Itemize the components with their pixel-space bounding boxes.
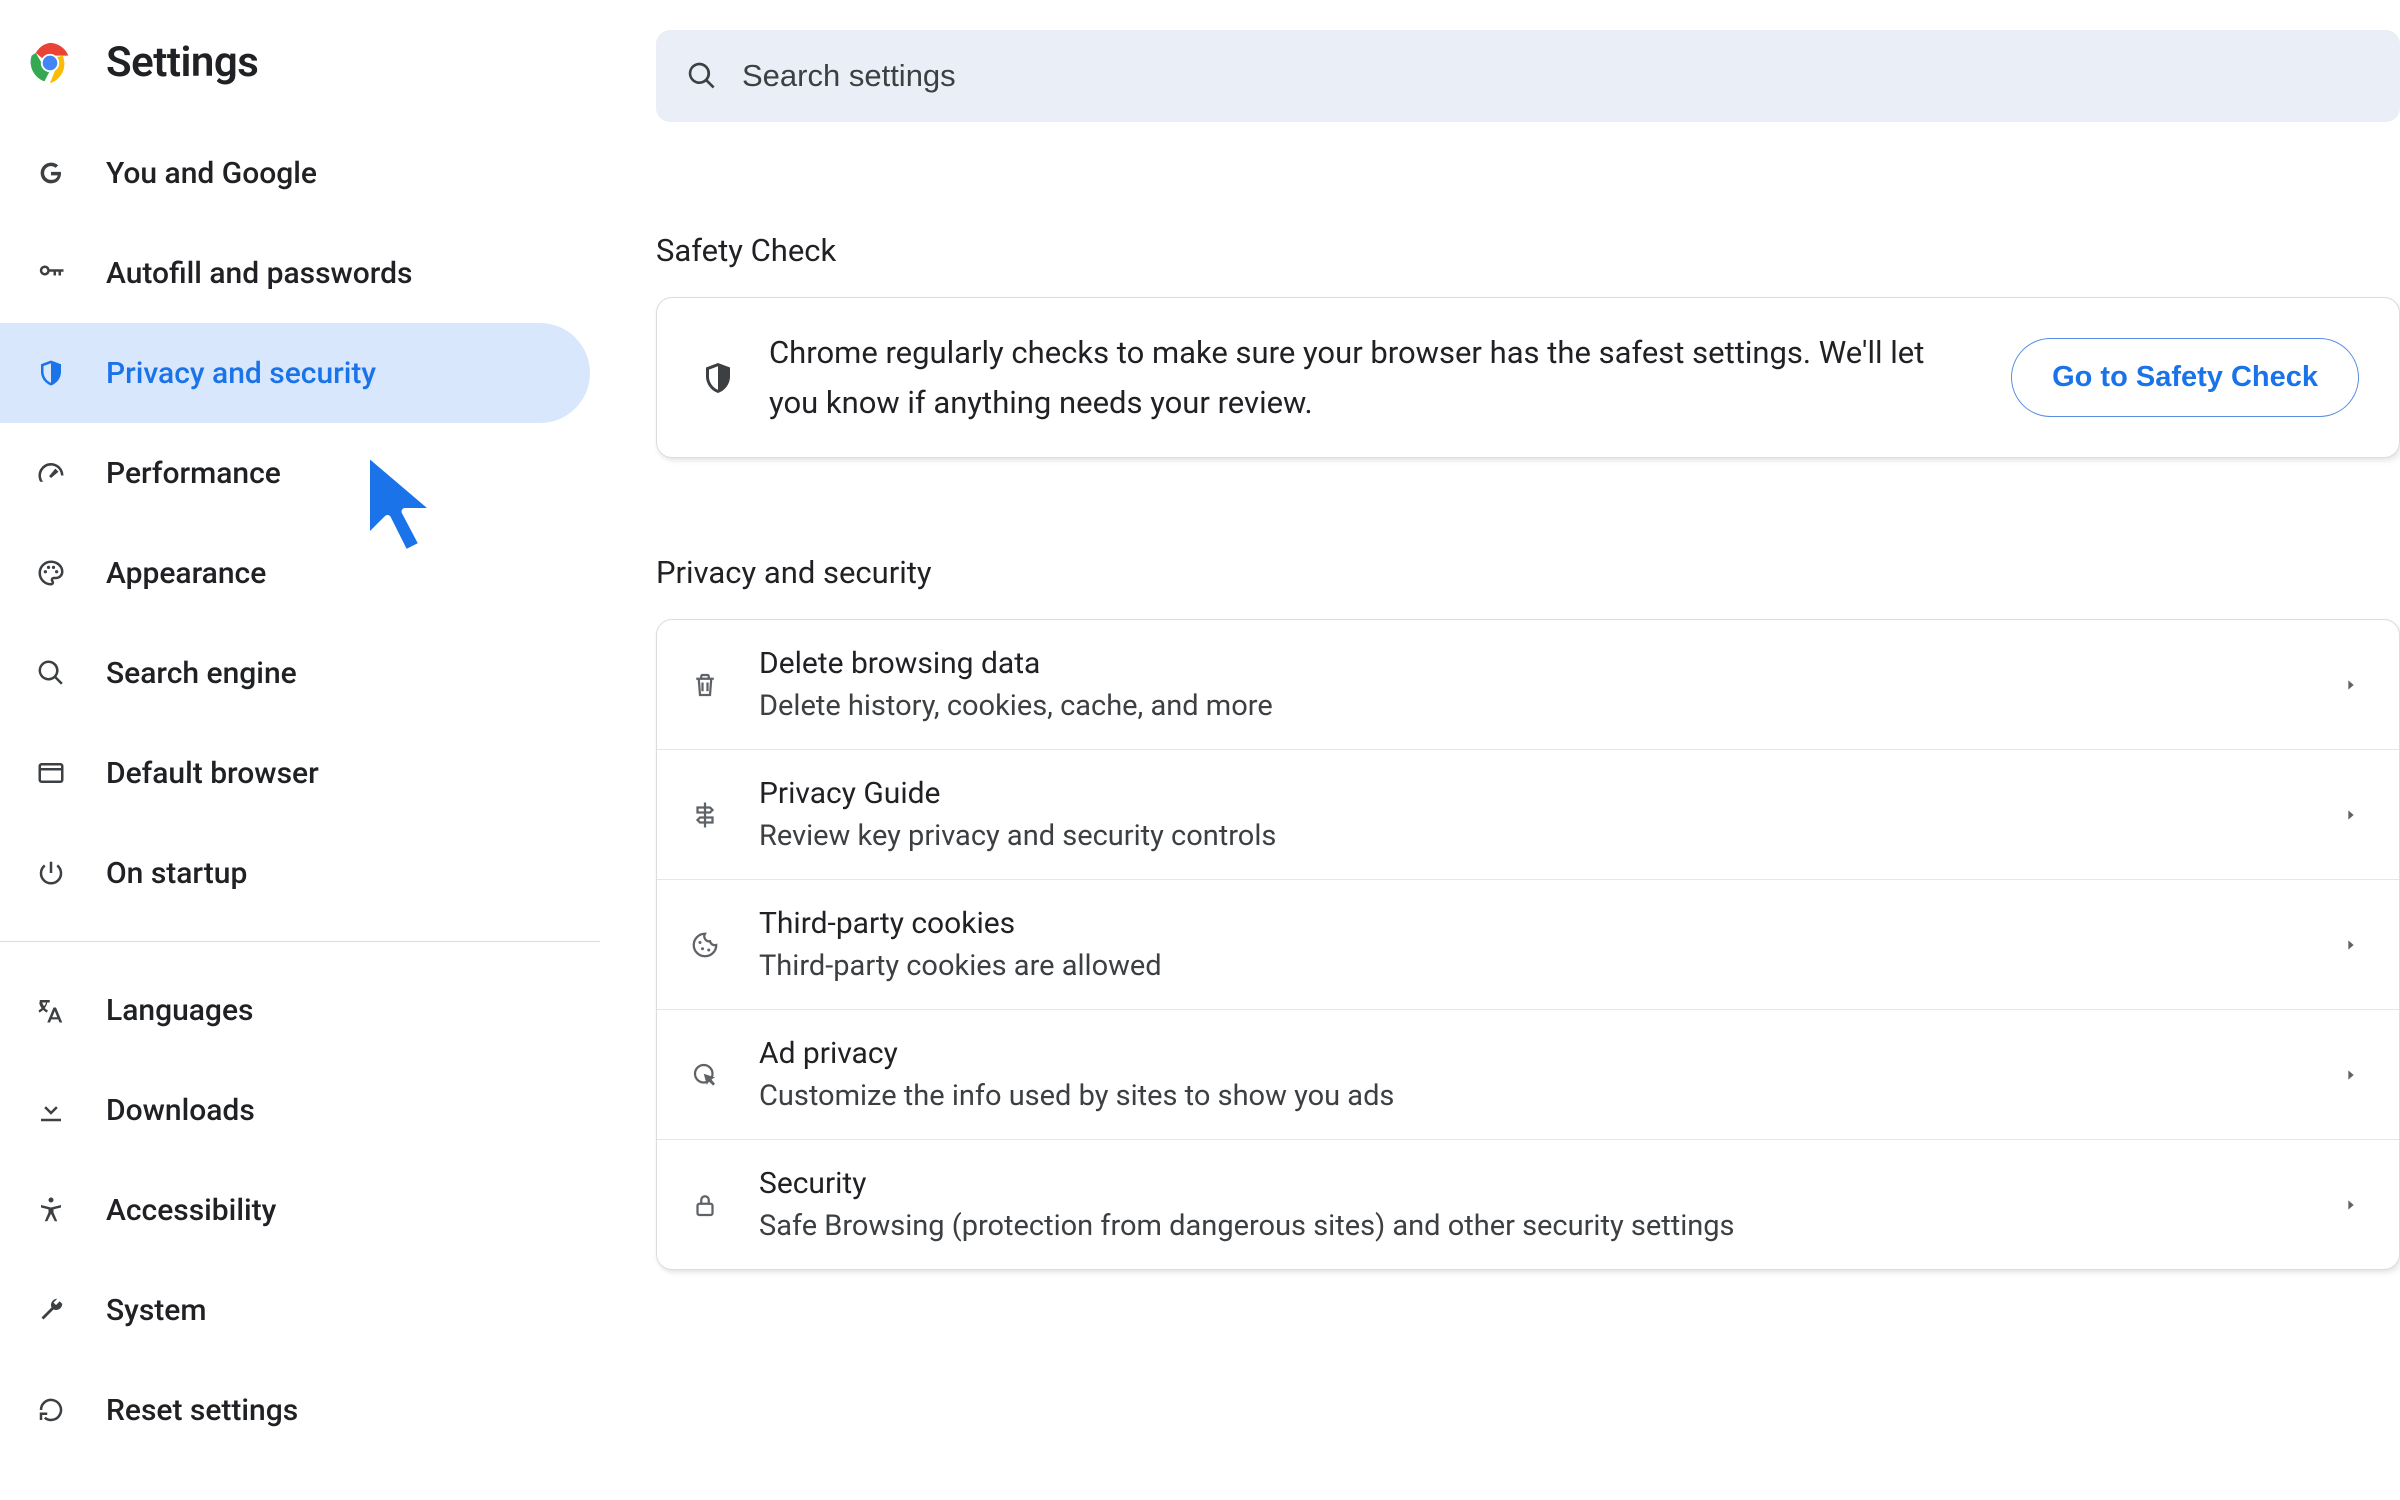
window-icon (34, 756, 68, 790)
row-ad-privacy[interactable]: Ad privacy Customize the info used by si… (657, 1010, 2399, 1140)
sidebar-item-label: Search engine (106, 656, 297, 691)
download-icon (34, 1093, 68, 1127)
row-title: Ad privacy (759, 1036, 2311, 1071)
sidebar-item-label: Autofill and passwords (106, 256, 412, 291)
sidebar-item-label: You and Google (106, 156, 317, 191)
chevron-right-icon (2343, 677, 2359, 693)
privacy-settings-list: Delete browsing data Delete history, coo… (656, 619, 2400, 1270)
sidebar-item-autofill[interactable]: Autofill and passwords (0, 223, 590, 323)
sidebar-item-label: Privacy and security (106, 356, 376, 391)
chevron-right-icon (2343, 937, 2359, 953)
sidebar-item-label: On startup (106, 856, 247, 891)
sidebar-item-accessibility[interactable]: Accessibility (0, 1160, 590, 1260)
sidebar-item-downloads[interactable]: Downloads (0, 1060, 590, 1160)
search-input[interactable] (742, 58, 2370, 94)
sidebar-item-label: Downloads (106, 1093, 255, 1128)
row-title: Third-party cookies (759, 906, 2311, 941)
sidebar-item-search-engine[interactable]: Search engine (0, 623, 590, 723)
app-title: Settings (106, 38, 258, 87)
sidebar-item-label: System (106, 1293, 207, 1328)
sidebar-item-you-and-google[interactable]: You and Google (0, 123, 590, 223)
sidebar-divider (0, 941, 600, 942)
row-subtitle: Customize the info used by sites to show… (759, 1079, 2311, 1113)
row-subtitle: Safe Browsing (protection from dangerous… (759, 1209, 2311, 1243)
lock-icon (683, 1183, 727, 1227)
search-icon (686, 60, 718, 92)
sidebar-item-appearance[interactable]: Appearance (0, 523, 590, 623)
main-content: Safety Check Chrome regularly checks to … (600, 0, 2400, 1500)
chevron-right-icon (2343, 1197, 2359, 1213)
row-title: Privacy Guide (759, 776, 2311, 811)
sidebar-item-reset-settings[interactable]: Reset settings (0, 1360, 590, 1460)
sidebar-item-label: Default browser (106, 756, 319, 791)
trash-icon (683, 663, 727, 707)
palette-icon (34, 556, 68, 590)
sidebar-item-label: Languages (106, 993, 253, 1028)
sidebar: Settings You and Google Autofill and pas… (0, 0, 600, 1500)
shield-icon (34, 356, 68, 390)
row-title: Security (759, 1166, 2311, 1201)
sidebar-item-default-browser[interactable]: Default browser (0, 723, 590, 823)
row-title: Delete browsing data (759, 646, 2311, 681)
row-subtitle: Review key privacy and security controls (759, 819, 2311, 853)
translate-icon (34, 993, 68, 1027)
search-icon (34, 656, 68, 690)
row-subtitle: Delete history, cookies, cache, and more (759, 689, 2311, 723)
safety-check-heading: Safety Check (656, 232, 2400, 269)
sidebar-item-system[interactable]: System (0, 1260, 590, 1360)
sidebar-item-label: Reset settings (106, 1393, 298, 1428)
reset-icon (34, 1393, 68, 1427)
sidebar-item-languages[interactable]: Languages (0, 960, 590, 1060)
shield-icon (697, 357, 739, 399)
chevron-right-icon (2343, 807, 2359, 823)
go-to-safety-check-button[interactable]: Go to Safety Check (2011, 338, 2359, 417)
nav-secondary: Languages Downloads Accessibility System (0, 960, 600, 1460)
signpost-icon (683, 793, 727, 837)
row-subtitle: Third-party cookies are allowed (759, 949, 2311, 983)
key-icon (34, 256, 68, 290)
search-bar[interactable] (656, 30, 2400, 122)
cookie-icon (683, 923, 727, 967)
google-g-icon (34, 156, 68, 190)
sidebar-item-on-startup[interactable]: On startup (0, 823, 590, 923)
chrome-logo-icon (28, 41, 72, 85)
chevron-right-icon (2343, 1067, 2359, 1083)
accessibility-icon (34, 1193, 68, 1227)
speedometer-icon (34, 456, 68, 490)
row-security[interactable]: Security Safe Browsing (protection from … (657, 1140, 2399, 1269)
power-icon (34, 856, 68, 890)
ad-click-icon (683, 1053, 727, 1097)
row-privacy-guide[interactable]: Privacy Guide Review key privacy and sec… (657, 750, 2399, 880)
safety-check-description: Chrome regularly checks to make sure you… (769, 328, 1981, 427)
wrench-icon (34, 1293, 68, 1327)
sidebar-item-label: Appearance (106, 556, 266, 591)
sidebar-item-privacy-security[interactable]: Privacy and security (0, 323, 590, 423)
row-delete-browsing-data[interactable]: Delete browsing data Delete history, coo… (657, 620, 2399, 750)
privacy-security-heading: Privacy and security (656, 554, 2400, 591)
sidebar-item-label: Performance (106, 456, 281, 491)
row-third-party-cookies[interactable]: Third-party cookies Third-party cookies … (657, 880, 2399, 1010)
sidebar-item-label: Accessibility (106, 1193, 276, 1228)
safety-check-card: Chrome regularly checks to make sure you… (656, 297, 2400, 458)
nav-primary: You and Google Autofill and passwords Pr… (0, 123, 600, 923)
brand: Settings (0, 24, 600, 123)
sidebar-item-performance[interactable]: Performance (0, 423, 590, 523)
